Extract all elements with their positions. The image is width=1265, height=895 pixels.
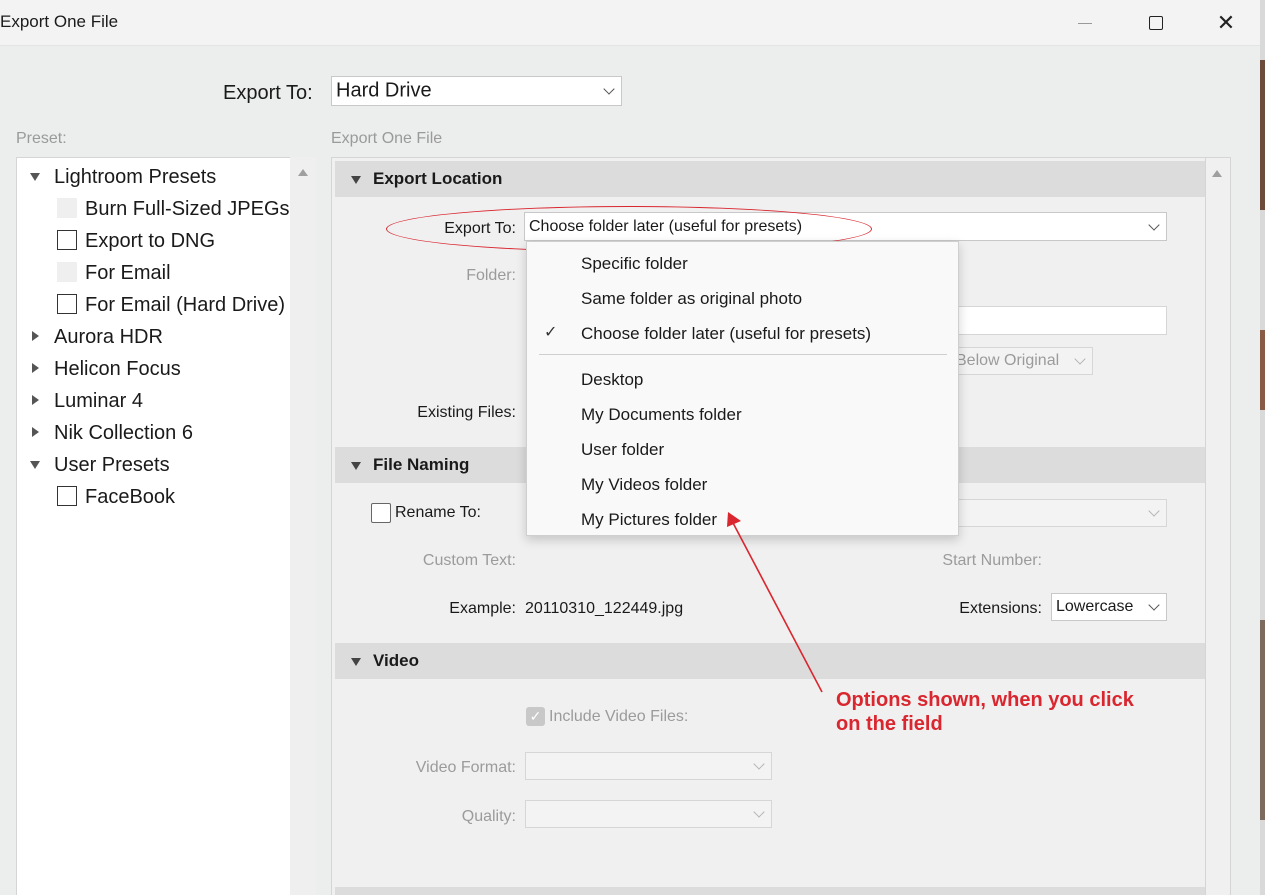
annotation-line-2: on the field: [836, 713, 943, 735]
annotation-arrow: [727, 512, 823, 693]
annotation-line-1: Options shown, when you click: [836, 689, 1134, 711]
annotation-text: Options shown, when you click on the fie…: [836, 688, 1134, 736]
